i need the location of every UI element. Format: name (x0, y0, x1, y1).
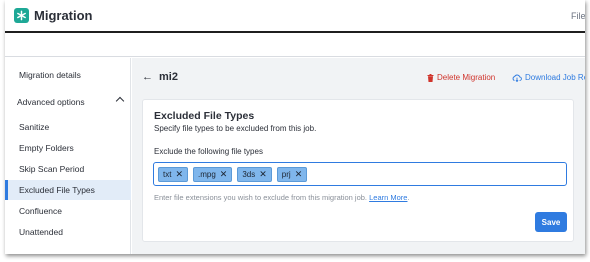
sidebar-item-empty-folders[interactable]: Empty Folders (5, 138, 131, 158)
trash-icon (427, 73, 434, 82)
delete-migration-label: Delete Migration (437, 73, 496, 82)
main-content: ← mi2 Delete Migration Download Job Repo… (132, 58, 585, 254)
delete-migration-button[interactable]: Delete Migration (427, 73, 495, 82)
top-right-menu[interactable]: File (571, 11, 585, 21)
learn-more-link[interactable]: Learn More (369, 193, 407, 202)
back-arrow-icon[interactable]: ← (142, 71, 153, 83)
card-subtitle: Specify file types to be excluded from t… (154, 124, 317, 133)
app-logo-icon (14, 8, 29, 23)
file-types-tag-input[interactable]: txt ✕ .mpg ✕ 3ds ✕ prj ✕ (153, 162, 567, 186)
tag-label: 3ds (242, 169, 256, 179)
file-type-tag: 3ds ✕ (237, 166, 272, 182)
file-type-tag: .mpg ✕ (193, 166, 233, 182)
remove-tag-icon[interactable]: ✕ (259, 169, 267, 179)
chevron-up-icon (115, 96, 125, 106)
sidebar-item-confluence[interactable]: Confluence (5, 201, 131, 221)
field-hint: Enter file extensions you wish to exclud… (154, 193, 410, 202)
remove-tag-icon[interactable]: ✕ (295, 169, 303, 179)
top-bar: Migration File (5, 0, 585, 33)
tag-label: .mpg (198, 169, 216, 179)
app-window: Migration File Migration details Advance… (5, 0, 585, 254)
save-button[interactable]: Save (535, 212, 567, 232)
file-type-tag: prj ✕ (276, 166, 308, 182)
sidebar-item-unattended[interactable]: Unattended (5, 222, 131, 242)
sidebar-item-sanitize[interactable]: Sanitize (5, 117, 131, 137)
app-title: Migration (34, 8, 93, 23)
remove-tag-icon[interactable]: ✕ (175, 169, 183, 179)
sidebar-group-label: Advanced options (17, 97, 85, 107)
download-job-report-button[interactable]: Download Job Report (512, 73, 585, 82)
sidebar-item-skip-scan-period[interactable]: Skip Scan Period (5, 159, 131, 179)
hint-suffix: . (407, 193, 410, 202)
cloud-download-icon (512, 74, 522, 82)
secondary-bar (5, 35, 585, 57)
tag-label: prj (281, 169, 291, 179)
remove-tag-icon[interactable]: ✕ (220, 169, 228, 179)
field-label: Exclude the following file types (154, 147, 263, 156)
download-job-report-label: Download Job Report (525, 73, 585, 82)
sidebar-group-advanced-options[interactable]: Advanced options (5, 92, 131, 112)
sidebar: Migration details Advanced options Sanit… (5, 58, 131, 254)
excluded-file-types-card: Excluded File Types Specify file types t… (142, 99, 574, 242)
job-name-title: mi2 (159, 71, 178, 83)
file-type-tag: txt ✕ (158, 166, 188, 182)
hint-text: Enter file extensions you wish to exclud… (154, 193, 368, 202)
card-title: Excluded File Types (154, 110, 255, 122)
tag-label: txt (163, 169, 172, 179)
sidebar-item-migration-details[interactable]: Migration details (5, 65, 131, 85)
sidebar-item-excluded-file-types[interactable]: Excluded File Types (5, 180, 131, 200)
